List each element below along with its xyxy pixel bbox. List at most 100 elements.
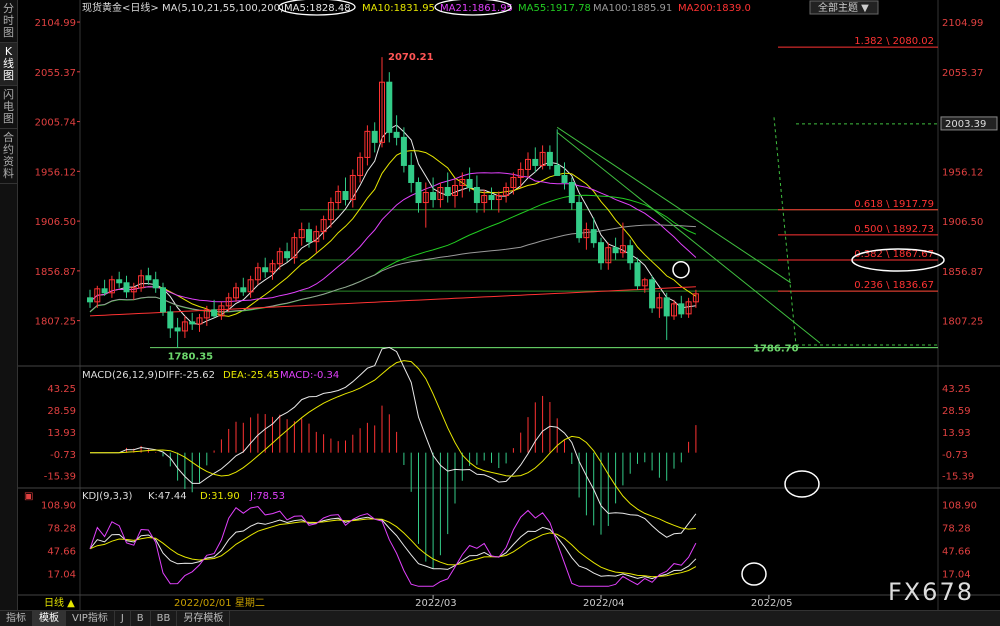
sidebar-tab-1[interactable]: K线图 bbox=[0, 43, 17, 86]
bottom-tab-2[interactable]: VIP指标 bbox=[66, 611, 115, 626]
trendline-upper bbox=[556, 126, 792, 284]
kdj-tick-left: 47.66 bbox=[47, 547, 76, 558]
ma5-line bbox=[89, 124, 696, 326]
instrument-label: 现货黄金<日线> bbox=[82, 1, 159, 14]
sidebar-tab-3[interactable]: 合约资料 bbox=[0, 129, 17, 184]
candle-body bbox=[532, 158, 539, 166]
bottom-tab-1[interactable]: 模板 bbox=[33, 611, 66, 626]
fib-label: 0.618 \ 1917.79 bbox=[854, 199, 934, 210]
bottom-tab-4[interactable]: B bbox=[131, 611, 151, 626]
price-tick-right: 2104.99 bbox=[942, 18, 983, 29]
kdj-d-line bbox=[89, 518, 697, 578]
price-tick-right: 1807.25 bbox=[942, 317, 983, 328]
candle-body bbox=[87, 297, 93, 303]
kdj-k: K:47.44 bbox=[148, 491, 187, 502]
ma-value-0: MA5:1828.48 bbox=[284, 3, 351, 14]
kdj-j: J:78.53 bbox=[249, 491, 285, 502]
candle-body bbox=[240, 287, 247, 293]
sidebar-tab-0[interactable]: 分时图 bbox=[0, 0, 17, 43]
candle-body bbox=[546, 151, 553, 166]
macd-diff: DIFF:-25.62 bbox=[158, 370, 215, 381]
bottom-tab-3[interactable]: J bbox=[115, 611, 131, 626]
macd-tick-right: -15.39 bbox=[942, 472, 974, 483]
ma100-line bbox=[89, 224, 696, 313]
kdj-tick-left: 17.04 bbox=[47, 569, 76, 580]
price-tick-left: 2104.99 bbox=[35, 18, 76, 29]
kdj-j-line bbox=[89, 506, 697, 587]
candle-body bbox=[400, 136, 407, 166]
fib-label: 0.236 \ 1836.67 bbox=[854, 280, 934, 291]
price-tick-left: 2005.74 bbox=[35, 118, 76, 129]
candle-body bbox=[466, 178, 473, 189]
candle-body bbox=[284, 251, 291, 259]
theme-button-label: 全部主题 ▼ bbox=[818, 1, 869, 14]
x-label: 2022/05 bbox=[751, 598, 793, 609]
macd-title: MACD(26,12,9) bbox=[82, 370, 158, 381]
price-tick-left: 1807.25 bbox=[35, 317, 76, 328]
candle-body bbox=[306, 229, 312, 243]
sidebar-tab-2[interactable]: 闪电图 bbox=[0, 86, 17, 129]
macd-tick-right: 28.59 bbox=[942, 406, 971, 417]
candle-body bbox=[612, 247, 619, 254]
kdj-k-line bbox=[89, 516, 697, 580]
candle-body bbox=[663, 297, 670, 317]
ma-value-1: MA10:1831.95 bbox=[362, 3, 435, 14]
candle-body bbox=[634, 262, 641, 287]
kdj-marker: ▣ bbox=[24, 491, 33, 502]
ma-value-5: MA200:1839.0 bbox=[678, 3, 751, 14]
macd-tick-right: 13.93 bbox=[942, 428, 971, 439]
cursor-date: 2022/02/01 星期二 bbox=[174, 597, 265, 609]
macd-circle bbox=[784, 470, 820, 498]
candle-body bbox=[415, 181, 422, 204]
candle-body bbox=[160, 287, 166, 313]
price-tick-right: 1856.87 bbox=[942, 267, 983, 278]
candle-body bbox=[116, 279, 123, 284]
kdj-tick-left: 78.28 bbox=[47, 524, 76, 535]
kline-chart[interactable]: 2104.992104.992055.372055.372005.742005.… bbox=[18, 0, 1000, 610]
bottom-toolbar: 指标 模板 VIP指标 J B BB 另存模板 bbox=[0, 610, 1000, 626]
kdj-tick-right: 78.28 bbox=[942, 524, 971, 535]
price-tick-left: 1856.87 bbox=[35, 267, 76, 278]
candle-body bbox=[408, 164, 415, 183]
candle-body bbox=[554, 164, 561, 176]
candle-body bbox=[649, 279, 656, 309]
kdj-title: KDJ(9,3,3) bbox=[82, 491, 133, 502]
ma-value-3: MA55:1917.78 bbox=[518, 3, 591, 14]
kdj-tick-right: 108.90 bbox=[942, 501, 977, 512]
macd-tick-left: -0.73 bbox=[50, 450, 76, 461]
candle-body bbox=[167, 311, 174, 329]
kdj-circle bbox=[741, 562, 767, 586]
candle-body bbox=[598, 242, 604, 264]
period-label: 日线 ▲ bbox=[44, 596, 75, 609]
bottom-tab-5[interactable]: BB bbox=[151, 611, 178, 626]
candle-body bbox=[262, 267, 269, 273]
ma-value-4: MA100:1885.91 bbox=[593, 3, 672, 14]
sidebar: 分时图K线图闪电图合约资料 bbox=[0, 0, 18, 610]
candle-body bbox=[576, 202, 583, 239]
candle-body bbox=[371, 130, 378, 143]
macd-dea: DEA:-25.45 bbox=[223, 370, 279, 381]
candle-body bbox=[473, 187, 480, 204]
kdj-tick-left: 108.90 bbox=[41, 501, 76, 512]
kdj-d: D:31.90 bbox=[200, 491, 240, 502]
high-annotation: 2070.21 bbox=[388, 52, 434, 63]
candle-body bbox=[211, 309, 218, 317]
candle-body bbox=[568, 181, 575, 204]
price-tick-left: 1906.50 bbox=[35, 217, 76, 228]
bottom-tab-0[interactable]: 指标 bbox=[0, 611, 33, 626]
candle-body bbox=[174, 327, 181, 332]
bottom-tab-6[interactable]: 另存模板 bbox=[177, 611, 231, 626]
candle-body bbox=[678, 303, 685, 315]
macd-tick-left: 28.59 bbox=[47, 406, 76, 417]
candle-body bbox=[444, 187, 451, 197]
candle-body bbox=[488, 195, 495, 201]
macd-tick-left: 13.93 bbox=[47, 428, 76, 439]
candle-body bbox=[145, 275, 152, 281]
low-annotation-right: 1786.70 bbox=[753, 344, 799, 355]
circle-small bbox=[672, 260, 690, 279]
watermark-logo: FX678 bbox=[887, 578, 974, 606]
ma55-line bbox=[89, 194, 697, 313]
ma-params: MA(5,10,21,55,100,200) bbox=[162, 3, 284, 14]
macd-tick-left: -15.39 bbox=[44, 472, 76, 483]
price-tick-right: 2055.37 bbox=[942, 68, 983, 79]
